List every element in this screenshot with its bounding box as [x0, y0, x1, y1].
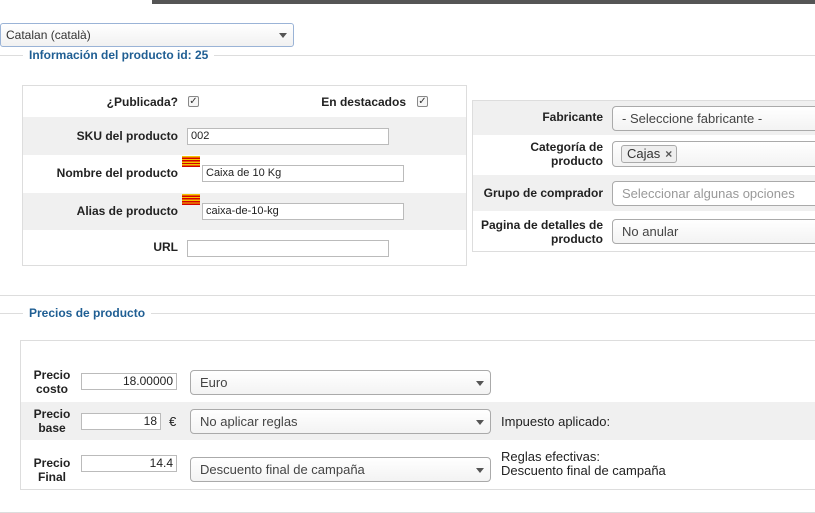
catalan-flag-icon [182, 194, 200, 205]
language-select[interactable]: Catalan (català) [0, 23, 294, 47]
url-input[interactable] [187, 240, 389, 257]
manufacturer-select-value: - Seleccione fabricante - [622, 111, 763, 126]
final-input[interactable]: 14.4 [81, 455, 177, 472]
details-page-row: Pagina de detalles de producto No anular [473, 211, 815, 252]
chevron-down-icon [476, 468, 484, 473]
remove-tag-icon[interactable]: × [665, 147, 672, 161]
effective-rules-value: Descuento final de campaña [501, 463, 666, 478]
name-label: Nombre del producto [56, 166, 178, 180]
details-page-label: Pagina de detalles de producto [480, 218, 603, 246]
cost-row: Precio costo 18.00000 Euro [21, 362, 815, 402]
product-info-table: ¿Publicada? ✓ En destacados ✓ SKU del pr… [22, 85, 467, 266]
published-row: ¿Publicada? ✓ En destacados ✓ [23, 86, 466, 117]
shopper-group-multiselect[interactable]: Seleccionar algunas opciones [612, 181, 815, 206]
manufacturer-label: Fabricante [542, 110, 603, 124]
url-label: URL [153, 240, 178, 254]
category-tag: Cajas × [621, 145, 678, 163]
effective-rules-label: Reglas efectivas: [501, 449, 600, 464]
base-currency-symbol: € [169, 414, 177, 429]
discount-select-value: Descuento final de campaña [200, 462, 365, 477]
base-row: Precio base 18 € No aplicar reglas Impue… [21, 402, 815, 440]
final-row: Precio Final 14.4 Descuento final de cam… [21, 440, 815, 490]
language-select-value: Catalan (català) [6, 28, 91, 42]
currency-select-value: Euro [200, 375, 228, 390]
category-tag-label: Cajas [627, 146, 661, 161]
discount-select[interactable]: Descuento final de campaña [190, 457, 491, 482]
chevron-down-icon [476, 420, 484, 425]
sku-label: SKU del producto [76, 129, 178, 143]
alias-row: Alias de producto caixa-de-10-kg [23, 193, 466, 230]
chevron-down-icon [279, 33, 287, 38]
final-label: Precio Final [33, 456, 71, 484]
product-info-legend: Información del producto id: 25 [23, 48, 215, 62]
manufacturer-row: Fabricante - Seleccione fabricante - [473, 101, 815, 135]
rules-select[interactable]: No aplicar reglas [190, 409, 491, 434]
category-row: Categoría de producto Cajas × [473, 135, 815, 175]
shopper-group-label: Grupo de comprador [483, 186, 603, 200]
featured-checkbox[interactable]: ✓ [417, 96, 428, 107]
cost-label: Precio costo [33, 368, 71, 396]
base-input[interactable]: 18 [81, 413, 161, 430]
prices-table: Precio costo 18.00000 Euro Precio base 1… [20, 340, 815, 490]
name-row: Nombre del producto Caixa de 10 Kg [23, 155, 466, 193]
name-input[interactable]: Caixa de 10 Kg [202, 165, 404, 182]
sku-row: SKU del producto 002 [23, 117, 466, 155]
cost-input[interactable]: 18.00000 [81, 373, 177, 390]
currency-select[interactable]: Euro [190, 370, 491, 395]
alias-input[interactable]: caixa-de-10-kg [202, 203, 404, 220]
manufacturer-select[interactable]: - Seleccione fabricante - [612, 106, 815, 131]
published-checkbox[interactable]: ✓ [188, 96, 199, 107]
details-page-select[interactable]: No anular [612, 219, 815, 244]
tax-applied-label: Impuesto aplicado: [501, 414, 611, 429]
catalan-flag-icon [182, 156, 200, 167]
details-page-select-value: No anular [622, 224, 679, 239]
rules-select-value: No aplicar reglas [200, 414, 298, 429]
featured-label: En destacados [321, 95, 406, 109]
alias-label: Alias de producto [76, 204, 178, 218]
shopper-group-row: Grupo de comprador Seleccionar algunas o… [473, 175, 815, 211]
chevron-down-icon [476, 381, 484, 386]
published-label: ¿Publicada? [106, 95, 178, 109]
base-label: Precio base [33, 407, 71, 435]
category-label: Categoría de producto [530, 140, 603, 168]
product-attributes-table: Fabricante - Seleccione fabricante - Cat… [472, 100, 815, 252]
sku-input[interactable]: 002 [187, 128, 389, 145]
url-row: URL [23, 230, 466, 266]
category-multiselect[interactable]: Cajas × [612, 141, 815, 167]
prices-legend: Precios de producto [23, 306, 152, 320]
top-bar [152, 0, 815, 4]
